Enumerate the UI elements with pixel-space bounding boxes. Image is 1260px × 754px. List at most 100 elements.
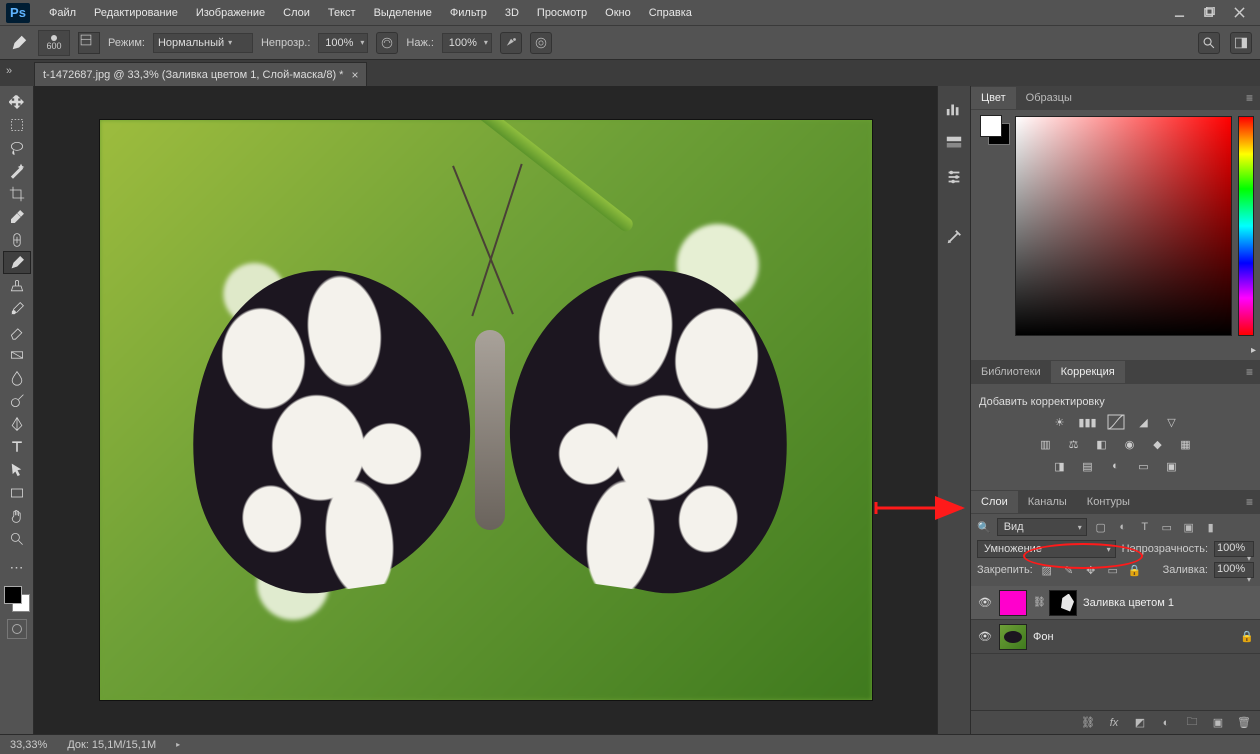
menu-file[interactable]: Файл	[40, 3, 85, 23]
status-menu-icon[interactable]: ▸	[176, 740, 180, 749]
menu-select[interactable]: Выделение	[365, 3, 441, 23]
blur-tool[interactable]	[3, 366, 31, 389]
color-fgbg[interactable]	[981, 116, 1009, 360]
threshold-icon[interactable]: ◐	[1107, 458, 1125, 474]
eyedropper-tool[interactable]	[3, 205, 31, 228]
fill-input[interactable]: 100%	[1214, 562, 1254, 578]
tabstrip-expand-icon[interactable]: »	[6, 65, 24, 79]
history-brush-tool[interactable]	[3, 297, 31, 320]
filter-pixel-icon[interactable]: ▢	[1093, 519, 1109, 535]
menu-layer[interactable]: Слои	[274, 3, 319, 23]
rectangle-tool[interactable]	[3, 481, 31, 504]
edit-toolbar-button[interactable]: ⋯	[3, 556, 31, 579]
brush-panel-toggle-button[interactable]	[78, 32, 100, 54]
curves-icon[interactable]	[1107, 414, 1125, 430]
gradient-tool[interactable]	[3, 343, 31, 366]
lock-transparent-icon[interactable]: ▨	[1039, 562, 1055, 578]
panel-menu-icon[interactable]: ≡	[1246, 91, 1254, 105]
link-layers-button[interactable]: ⛓	[1080, 715, 1096, 731]
menu-help[interactable]: Справка	[640, 3, 701, 23]
filter-shape-icon[interactable]: ▭	[1159, 519, 1175, 535]
delete-layer-button[interactable]: 🗑	[1236, 715, 1252, 731]
tab-libraries[interactable]: Библиотеки	[971, 361, 1051, 383]
pen-tool[interactable]	[3, 412, 31, 435]
channel-mixer-icon[interactable]: ◆	[1149, 436, 1167, 452]
dodge-tool[interactable]	[3, 389, 31, 412]
photo-filter-icon[interactable]: ◉	[1121, 436, 1139, 452]
close-tab-button[interactable]: ×	[351, 68, 358, 82]
menu-edit[interactable]: Редактирование	[85, 3, 187, 23]
menu-window[interactable]: Окно	[596, 3, 640, 23]
color-panel-resize-icon[interactable]: ▸	[1251, 345, 1256, 356]
bw-icon[interactable]: ◧	[1093, 436, 1111, 452]
new-group-button[interactable]: 🗀	[1184, 715, 1200, 731]
quick-layout-button[interactable]	[1230, 32, 1252, 54]
flow-input[interactable]: 100%	[442, 33, 492, 53]
mask-thumb[interactable]	[1049, 590, 1077, 616]
opacity-input[interactable]: 100%	[318, 33, 368, 53]
tab-paths[interactable]: Контуры	[1077, 491, 1140, 513]
text-tool[interactable]	[3, 435, 31, 458]
hand-tool[interactable]	[3, 504, 31, 527]
layer-filter-select[interactable]: Вид	[997, 518, 1087, 536]
document-size-readout[interactable]: Док: 15,1M/15,1M	[67, 739, 156, 751]
vibrance-icon[interactable]: ▽	[1163, 414, 1181, 430]
move-tool[interactable]	[3, 90, 31, 113]
layer-name[interactable]: Фон	[1033, 631, 1054, 643]
visibility-toggle[interactable]: 👁	[977, 630, 993, 643]
visibility-toggle[interactable]: 👁	[977, 596, 993, 609]
adjustments-icon[interactable]	[943, 166, 965, 188]
filter-smart-icon[interactable]: ▣	[1181, 519, 1197, 535]
color-lookup-icon[interactable]: ▦	[1177, 436, 1195, 452]
document-tab[interactable]: t-1472687.jpg @ 33,3% (Заливка цветом 1,…	[34, 62, 367, 86]
layer-thumb[interactable]	[999, 590, 1027, 616]
tools-preset-icon[interactable]	[943, 226, 965, 248]
posterize-icon[interactable]: ▤	[1079, 458, 1097, 474]
panel-menu-icon[interactable]: ≡	[1246, 365, 1254, 379]
path-select-tool[interactable]	[3, 458, 31, 481]
new-layer-button[interactable]: ▣	[1210, 715, 1226, 731]
histogram-icon[interactable]	[943, 98, 965, 120]
layer-thumb[interactable]	[999, 624, 1027, 650]
lock-paint-icon[interactable]: ✎	[1061, 562, 1077, 578]
swatches-icon[interactable]	[943, 132, 965, 154]
brush-preset-picker[interactable]: 600	[38, 30, 70, 56]
lasso-tool[interactable]	[3, 136, 31, 159]
menu-type[interactable]: Текст	[319, 3, 365, 23]
lock-artboard-icon[interactable]: ▭	[1105, 562, 1121, 578]
layer-row[interactable]: 👁 ⛓ Заливка цветом 1	[971, 586, 1260, 620]
blend-mode-select[interactable]: Умножение	[977, 540, 1116, 558]
filter-text-icon[interactable]: T	[1137, 519, 1153, 535]
hue-icon[interactable]: ▥	[1037, 436, 1055, 452]
layer-style-button[interactable]: fx	[1106, 715, 1122, 731]
marquee-tool[interactable]	[3, 113, 31, 136]
current-tool-icon[interactable]	[8, 32, 30, 54]
tab-channels[interactable]: Каналы	[1018, 491, 1077, 513]
canvas-area[interactable]	[34, 86, 937, 734]
color-balance-icon[interactable]: ⚖	[1065, 436, 1083, 452]
hue-slider[interactable]	[1238, 116, 1254, 336]
tab-adjustments[interactable]: Коррекция	[1051, 361, 1125, 383]
lock-all-icon[interactable]: 🔒	[1127, 562, 1143, 578]
lock-position-icon[interactable]: ✥	[1083, 562, 1099, 578]
eraser-tool[interactable]	[3, 320, 31, 343]
brush-tool[interactable]	[3, 251, 31, 274]
airbrush-button[interactable]	[500, 32, 522, 54]
color-field[interactable]	[1015, 116, 1232, 336]
add-adjustment-button[interactable]: ◐	[1158, 715, 1174, 731]
healing-brush-tool[interactable]	[3, 228, 31, 251]
layer-row[interactable]: 👁 Фон 🔒	[971, 620, 1260, 654]
menu-3d[interactable]: 3D	[496, 3, 528, 23]
tab-swatches[interactable]: Образцы	[1016, 87, 1082, 109]
document-canvas[interactable]	[100, 120, 872, 700]
window-maximize-button[interactable]	[1194, 2, 1224, 24]
magic-wand-tool[interactable]	[3, 159, 31, 182]
mask-link-icon[interactable]: ⛓	[1033, 597, 1043, 608]
pressure-size-button[interactable]	[530, 32, 552, 54]
zoom-readout[interactable]: 33,33%	[10, 739, 47, 751]
crop-tool[interactable]	[3, 182, 31, 205]
pressure-opacity-button[interactable]	[376, 32, 398, 54]
blend-mode-select[interactable]: Нормальный▾	[153, 33, 253, 53]
clone-stamp-tool[interactable]	[3, 274, 31, 297]
search-button[interactable]	[1198, 32, 1220, 54]
